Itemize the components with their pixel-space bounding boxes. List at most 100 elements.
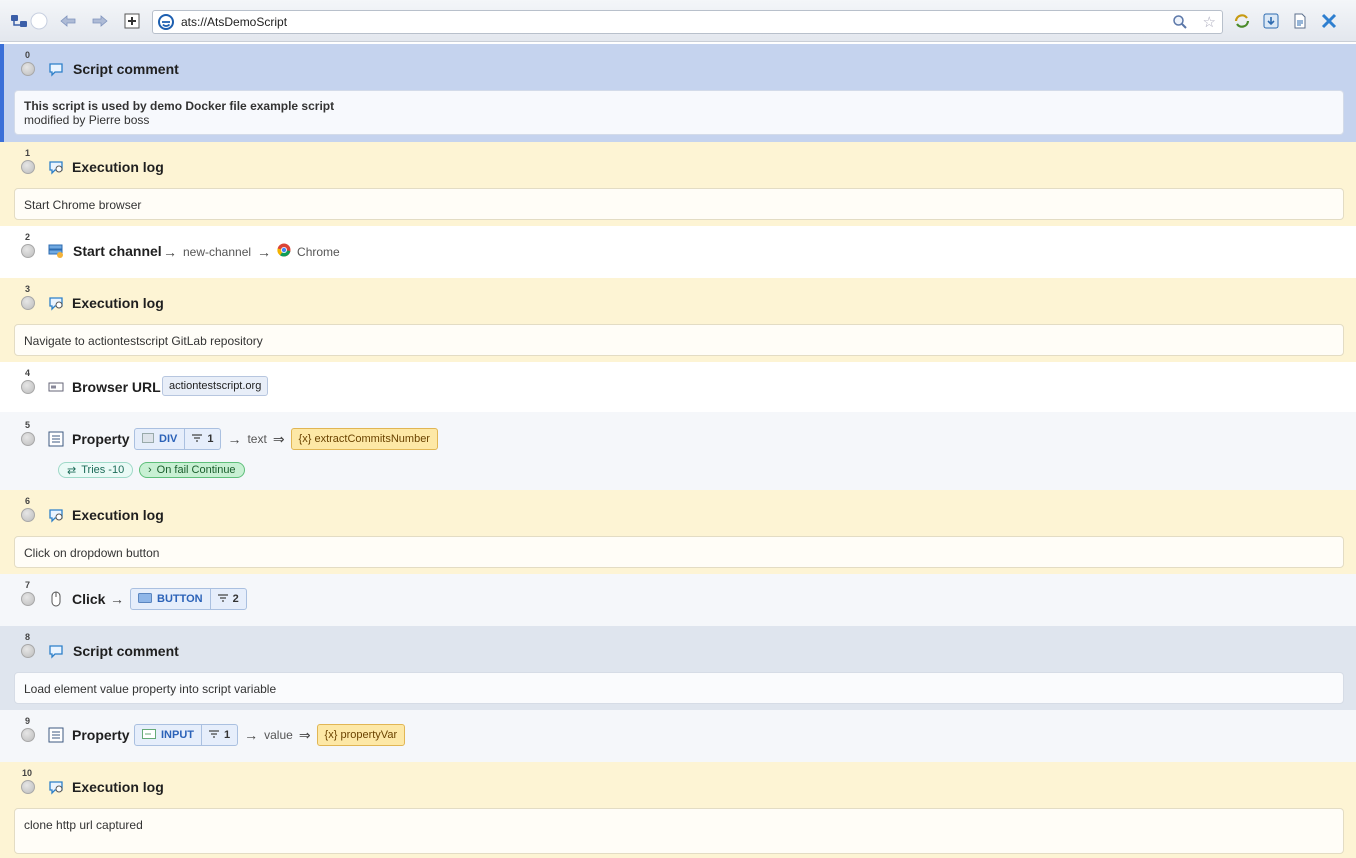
log-bubble-icon	[48, 159, 64, 175]
swap-arrows-icon: ⇄	[67, 464, 77, 477]
action-title: Browser URL	[72, 379, 161, 395]
log-text[interactable]: Navigate to actiontestscript GitLab repo…	[14, 324, 1344, 356]
search-icon[interactable]	[1172, 14, 1188, 33]
browser-toolbar: ats://AtsDemoScript ☆	[0, 0, 1356, 42]
tries-badge[interactable]: ⇄ Tries -10	[58, 462, 134, 478]
network-icon[interactable]	[10, 12, 28, 30]
record-icon[interactable]	[30, 12, 48, 30]
element-tag[interactable]: DIV 1	[134, 428, 222, 450]
assign-arrow-icon: ⇒	[272, 430, 285, 447]
arrow-icon: →	[163, 243, 177, 260]
chevron-right-icon: ›	[148, 464, 152, 476]
action-toggle[interactable]	[21, 244, 35, 258]
refresh-icon[interactable]	[1233, 12, 1251, 30]
channel-name[interactable]: new-channel	[183, 245, 251, 259]
click-params: → BUTTON 2	[110, 588, 247, 610]
comment-line: modified by Pierre boss	[24, 113, 150, 127]
variable-tag[interactable]: {x} propertyVar	[316, 724, 406, 746]
input-element-icon	[142, 728, 156, 742]
address-bar[interactable]: ats://AtsDemoScript ☆	[152, 10, 1223, 34]
log-text[interactable]: Start Chrome browser	[14, 188, 1344, 220]
element-type: DIV	[159, 433, 178, 445]
action-row-browser-url[interactable]: 4 Browser URL actiontestscript.org	[0, 362, 1356, 412]
address-text: ats://AtsDemoScript	[181, 15, 288, 29]
channel-params: → new-channel → Chrome	[163, 243, 340, 260]
arrow-icon: →	[257, 243, 272, 260]
action-toggle[interactable]	[21, 508, 35, 522]
property-list-icon	[48, 431, 64, 447]
action-title: Execution log	[72, 295, 164, 311]
action-row-property[interactable]: 9 Property INPUT 1 → value ⇒ {x} propert…	[0, 710, 1356, 762]
action-toggle[interactable]	[21, 380, 35, 394]
action-row-start-channel[interactable]: 2 Start channel → new-channel → Chrome	[0, 226, 1356, 278]
action-title: Script comment	[73, 61, 179, 77]
channel-icon	[48, 243, 64, 259]
action-row-click[interactable]: 7 Click → BUTTON 2	[0, 574, 1356, 626]
new-tab-icon[interactable]	[123, 12, 141, 30]
action-title: Execution log	[72, 507, 164, 523]
mouse-icon	[48, 591, 64, 607]
action-toggle[interactable]	[21, 296, 35, 310]
element-type: INPUT	[161, 729, 194, 741]
element-tag[interactable]: INPUT 1	[134, 724, 239, 746]
document-icon[interactable]	[1291, 12, 1309, 30]
download-icon[interactable]	[1262, 12, 1280, 30]
property-list-icon	[48, 727, 64, 743]
action-toggle[interactable]	[21, 592, 35, 606]
action-index: 0	[25, 50, 31, 60]
action-row-script-comment[interactable]: 0 Script comment This script is used by …	[0, 44, 1356, 142]
action-toggle[interactable]	[21, 160, 35, 174]
action-index: 10	[22, 768, 33, 778]
action-index: 3	[25, 284, 31, 294]
variable-tag[interactable]: {x} extractCommitsNumber	[290, 428, 438, 450]
property-name[interactable]: text	[247, 432, 266, 446]
action-row-script-comment[interactable]: 8 Script comment Load element value prop…	[0, 626, 1356, 710]
filter-icon	[209, 729, 219, 741]
url-param: actiontestscript.org	[162, 376, 269, 396]
chrome-icon	[277, 243, 291, 260]
action-title: Click	[72, 591, 106, 607]
star-icon[interactable]: ☆	[1203, 13, 1216, 31]
tries-label: Tries -10	[81, 464, 125, 476]
log-text[interactable]: clone http url captured	[14, 808, 1344, 854]
property-name[interactable]: value	[264, 728, 293, 742]
action-toggle[interactable]	[21, 728, 35, 742]
action-index: 1	[25, 148, 31, 158]
on-fail-badge[interactable]: › On fail Continue	[139, 462, 245, 478]
action-row-execution-log[interactable]: 6 Execution log Click on dropdown button	[0, 490, 1356, 574]
action-title: Script comment	[73, 643, 179, 659]
action-row-execution-log[interactable]: 3 Execution log Navigate to actiontestsc…	[0, 278, 1356, 362]
element-tag[interactable]: BUTTON 2	[130, 588, 247, 610]
criteria-count: 1	[207, 433, 214, 445]
filter-icon	[192, 433, 203, 445]
action-index: 7	[25, 580, 31, 590]
action-row-property[interactable]: 5 Property DIV 1 → text ⇒ {x} extractCom…	[0, 412, 1356, 490]
action-row-execution-log[interactable]: 1 Execution log Start Chrome browser	[0, 142, 1356, 226]
action-index: 6	[25, 496, 31, 506]
arrow-icon: →	[227, 431, 242, 447]
log-text[interactable]: Click on dropdown button	[14, 536, 1344, 568]
forward-icon[interactable]	[91, 12, 109, 30]
comment-text[interactable]: Load element value property into script …	[14, 672, 1344, 704]
browser-name[interactable]: Chrome	[297, 245, 340, 259]
on-fail-label: On fail Continue	[156, 464, 236, 476]
filter-icon	[217, 593, 228, 605]
action-toggle[interactable]	[21, 644, 35, 658]
action-toggle[interactable]	[21, 432, 35, 446]
action-toggle[interactable]	[21, 62, 35, 76]
action-row-execution-log[interactable]: 10 Execution log clone http url captured	[0, 762, 1356, 858]
comment-line-bold: This script is used by demo Docker file …	[24, 99, 335, 113]
ie-icon	[158, 14, 174, 33]
action-toggle[interactable]	[21, 780, 35, 794]
url-tag[interactable]: actiontestscript.org	[162, 376, 269, 396]
element-icon	[142, 432, 154, 446]
comment-text[interactable]: This script is used by demo Docker file …	[14, 90, 1344, 135]
log-bubble-icon	[48, 507, 64, 523]
action-title: Execution log	[72, 779, 164, 795]
action-index: 5	[25, 420, 31, 430]
action-index: 2	[25, 232, 31, 242]
back-icon[interactable]	[59, 12, 77, 30]
url-bar-icon	[48, 379, 64, 395]
close-icon[interactable]	[1320, 12, 1338, 30]
action-title: Execution log	[72, 159, 164, 175]
